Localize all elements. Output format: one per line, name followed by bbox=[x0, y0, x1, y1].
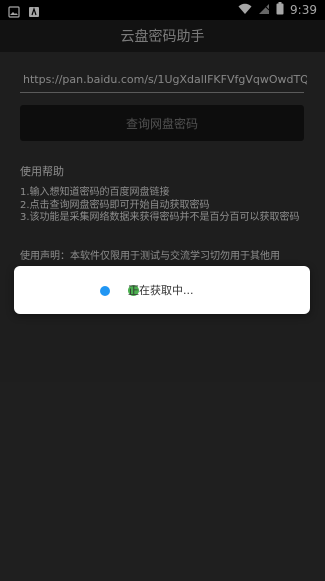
loading-text: 正在获取中... bbox=[128, 284, 194, 297]
loading-dialog: 正在获取中... bbox=[14, 266, 310, 314]
loading-spinner-dot-blue bbox=[100, 286, 110, 296]
